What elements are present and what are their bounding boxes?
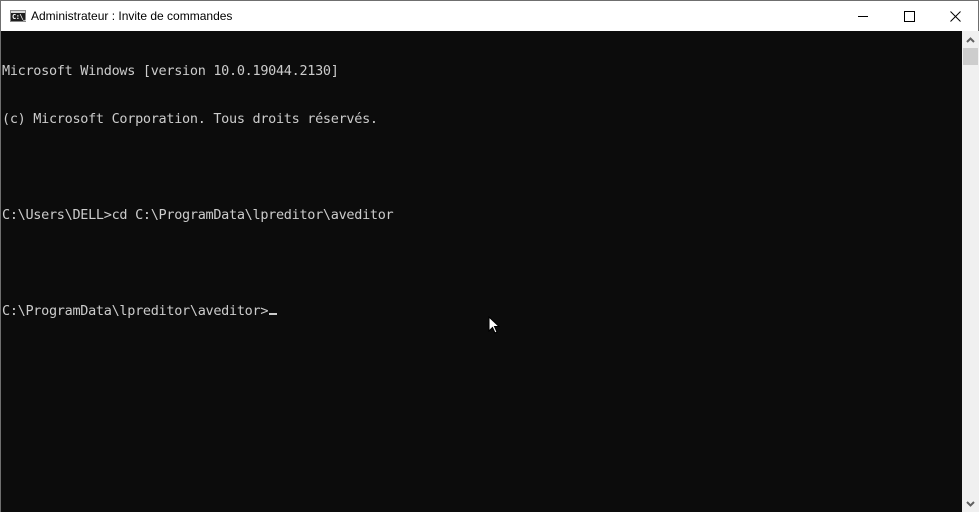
minimize-button[interactable] [840, 1, 886, 31]
minimize-icon [858, 15, 868, 17]
mouse-pointer-icon [488, 316, 500, 334]
close-button[interactable] [932, 1, 978, 31]
vertical-scrollbar[interactable] [962, 31, 979, 512]
console-line: Microsoft Windows [version 10.0.19044.21… [2, 63, 339, 79]
app-icon-glyph: C:\_ [12, 13, 27, 21]
scrollbar-thumb[interactable] [963, 48, 978, 65]
scroll-up-button[interactable] [962, 31, 979, 48]
console-line: (c) Microsoft Corporation. Tous droits r… [2, 111, 378, 127]
close-icon [949, 10, 961, 22]
chevron-down-icon [966, 500, 975, 507]
chevron-up-icon [966, 36, 975, 43]
prompt-text: C:\ProgramData\lpreditor\aveditor> [2, 303, 269, 319]
cmd-window: C:\_ Administrateur : Invite de commande… [0, 0, 979, 512]
maximize-icon [903, 10, 915, 22]
maximize-button[interactable] [886, 1, 932, 31]
cmd-app-icon[interactable]: C:\_ [10, 10, 27, 22]
console-line: C:\Users\DELL>cd C:\ProgramData\lpredito… [2, 207, 394, 223]
scroll-down-button[interactable] [962, 495, 979, 512]
console-output[interactable]: Microsoft Windows [version 10.0.19044.21… [1, 31, 962, 512]
text-cursor [269, 313, 278, 315]
window-title: Administrateur : Invite de commandes [31, 9, 233, 23]
prompt-line[interactable]: C:\ProgramData\lpreditor\aveditor> [2, 303, 962, 319]
title-bar[interactable]: C:\_ Administrateur : Invite de commande… [1, 1, 978, 31]
